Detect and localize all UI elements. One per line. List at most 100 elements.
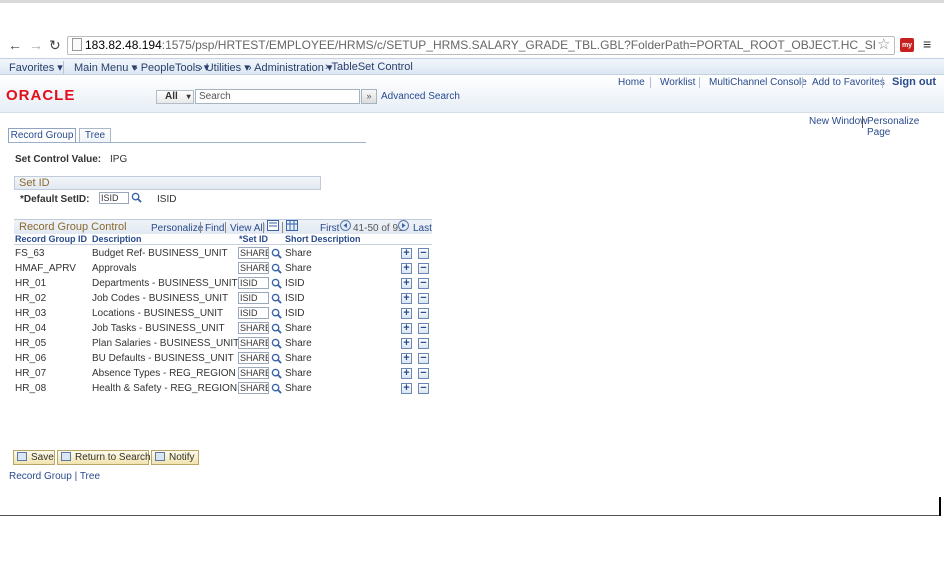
add-row-icon[interactable]: + (401, 323, 412, 334)
personalize-page-link[interactable]: Personalize Page (867, 116, 944, 138)
add-row-icon[interactable]: + (401, 308, 412, 319)
default-setid-input[interactable]: ISID (99, 192, 129, 204)
short-description-cell: Share (285, 248, 312, 259)
tab-record-group[interactable]: Record Group (8, 128, 76, 143)
add-to-favorites-link[interactable]: Add to Favorites (812, 77, 885, 88)
page-icon (72, 38, 82, 51)
lookup-icon[interactable] (271, 308, 282, 322)
setid-input[interactable]: SHARE (238, 352, 269, 364)
delete-row-icon[interactable]: − (418, 353, 429, 364)
browser-menu-icon[interactable]: ≡ (923, 36, 931, 52)
bottom-link-tree[interactable]: Tree (80, 471, 100, 482)
add-row-icon[interactable]: + (401, 383, 412, 394)
link-divider (282, 222, 283, 233)
setid-input[interactable]: SHARE (238, 247, 269, 259)
breadcrumb-administration[interactable]: › Administration ▾ (248, 61, 332, 74)
lookup-icon[interactable] (131, 192, 142, 206)
advanced-search-link[interactable]: Advanced Search (381, 91, 460, 102)
grid-title: Record Group Control (19, 221, 127, 233)
lookup-icon[interactable] (271, 383, 282, 397)
setid-input[interactable]: SHARE (238, 382, 269, 394)
setid-input[interactable]: SHARE (238, 262, 269, 274)
delete-row-icon[interactable]: − (418, 293, 429, 304)
breadcrumb-tableset-control[interactable]: › TableSet Control (325, 61, 413, 73)
setid-input[interactable]: SHARE (238, 367, 269, 379)
home-link[interactable]: Home (618, 77, 645, 88)
lookup-icon[interactable] (271, 338, 282, 352)
url-text[interactable]: 183.82.48.194:1575/psp/HRTEST/EMPLOYEE/H… (85, 38, 875, 52)
search-button[interactable]: » (361, 89, 377, 104)
previous-icon[interactable] (340, 220, 351, 234)
notify-button-label: Notify (169, 452, 195, 463)
lookup-icon[interactable] (271, 278, 282, 292)
add-row-icon[interactable]: + (401, 293, 412, 304)
lookup-icon[interactable] (271, 248, 282, 262)
setid-input[interactable]: SHARE (238, 322, 269, 334)
lookup-icon[interactable] (271, 353, 282, 367)
worklist-link[interactable]: Worklist (660, 77, 695, 88)
notify-button[interactable]: Notify (151, 450, 199, 465)
save-button[interactable]: Save (13, 450, 55, 465)
lookup-icon[interactable] (271, 293, 282, 307)
delete-row-icon[interactable]: − (418, 263, 429, 274)
short-description-cell: Share (285, 263, 312, 274)
lookup-icon[interactable] (271, 323, 282, 337)
bottom-link-record-group[interactable]: Record Group (9, 471, 72, 482)
setid-input[interactable]: ISID (238, 277, 269, 289)
new-window-link[interactable]: New Window (809, 116, 867, 127)
record-group-id-cell: FS_63 (15, 248, 45, 259)
table-row: HR_07 Absence Types - REG_REGION SHARE Shar… (14, 366, 432, 381)
lookup-icon[interactable] (271, 368, 282, 382)
short-description-cell: ISID (285, 308, 305, 319)
link-divider (882, 77, 883, 88)
extension-icon[interactable]: my (900, 38, 914, 52)
zoom-grid-icon[interactable] (267, 220, 279, 234)
description-cell: Health & Safety - REG_REGION (92, 383, 238, 394)
add-row-icon[interactable]: + (401, 353, 412, 364)
url-path: :1575/psp/HRTEST/EMPLOYEE/HRMS/c/SETUP_H… (161, 38, 875, 52)
delete-row-icon[interactable]: − (418, 338, 429, 349)
breadcrumb-peopletools[interactable]: › PeopleTools ▾ (134, 61, 209, 74)
description-cell: Departments - BUSINESS_UNIT (92, 278, 238, 289)
back-arrow-icon[interactable]: ← (8, 37, 22, 53)
bookmark-star-icon[interactable]: ☆ (877, 35, 890, 53)
sign-out-link[interactable]: Sign out (892, 76, 936, 88)
delete-row-icon[interactable]: − (418, 383, 429, 394)
search-scope-select[interactable]: All ▾ (156, 90, 194, 104)
add-row-icon[interactable]: + (401, 248, 412, 259)
delete-row-icon[interactable]: − (418, 308, 429, 319)
short-description-cell: Share (285, 338, 312, 349)
col-record-group-id[interactable]: Record Group ID (15, 234, 87, 244)
search-input[interactable]: Search (195, 89, 360, 104)
col-description[interactable]: Description (92, 234, 142, 244)
menu-main-menu[interactable]: Main Menu ▾ (74, 61, 137, 74)
delete-row-icon[interactable]: − (418, 278, 429, 289)
add-row-icon[interactable]: + (401, 263, 412, 274)
add-row-icon[interactable]: + (401, 278, 412, 289)
delete-row-icon[interactable]: − (418, 323, 429, 334)
lookup-icon[interactable] (271, 263, 282, 277)
description-cell: Budget Ref- BUSINESS_UNIT (92, 248, 228, 259)
link-divider (263, 222, 264, 233)
page-bottom-rule (0, 515, 940, 516)
return-to-search-button[interactable]: Return to Search (57, 450, 151, 465)
breadcrumb-utilities[interactable]: › Utilities ▾ (199, 61, 250, 74)
menu-favorites[interactable]: Favorites ▾ (9, 61, 63, 74)
next-icon[interactable] (398, 220, 409, 234)
tab-tree[interactable]: Tree (79, 128, 111, 143)
col-short-description[interactable]: Short Description (285, 234, 361, 244)
reload-icon[interactable]: ↻ (49, 37, 61, 54)
delete-row-icon[interactable]: − (418, 368, 429, 379)
multichannel-console-link[interactable]: MultiChannel Console (709, 77, 807, 88)
setid-input[interactable]: ISID (238, 292, 269, 304)
col-set-id[interactable]: *Set ID (239, 234, 268, 244)
forward-arrow-icon[interactable]: → (29, 37, 43, 53)
delete-row-icon[interactable]: − (418, 248, 429, 259)
setid-input[interactable]: ISID (238, 307, 269, 319)
setid-input[interactable]: SHARE (238, 337, 269, 349)
record-group-id-cell: HR_03 (15, 308, 47, 319)
add-row-icon[interactable]: + (401, 368, 412, 379)
add-row-icon[interactable]: + (401, 338, 412, 349)
save-icon (17, 452, 27, 461)
download-grid-icon[interactable] (286, 220, 298, 234)
